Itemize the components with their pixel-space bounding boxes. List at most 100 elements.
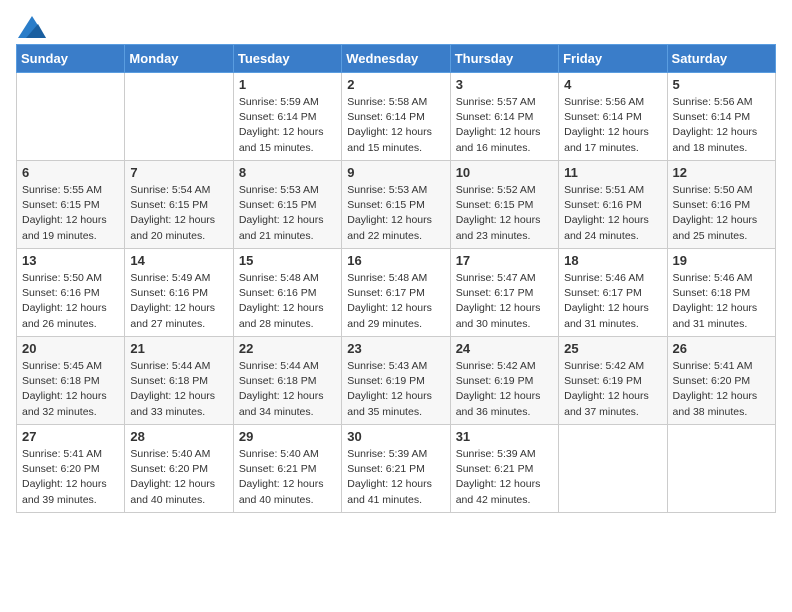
day-number: 5 (673, 77, 770, 92)
day-info: Sunrise: 5:53 AMSunset: 6:15 PMDaylight:… (239, 183, 336, 244)
day-info: Sunrise: 5:48 AMSunset: 6:17 PMDaylight:… (347, 271, 444, 332)
day-info: Sunrise: 5:39 AMSunset: 6:21 PMDaylight:… (456, 447, 553, 508)
day-info: Sunrise: 5:55 AMSunset: 6:15 PMDaylight:… (22, 183, 119, 244)
calendar-cell: 20 Sunrise: 5:45 AMSunset: 6:18 PMDayligh… (17, 337, 125, 425)
day-number: 11 (564, 165, 661, 180)
day-number: 27 (22, 429, 119, 444)
day-number: 28 (130, 429, 227, 444)
calendar-cell: 19Sunrise: 5:46 AMSunset: 6:18 PMDayligh… (667, 249, 775, 337)
calendar-cell: 23 Sunrise: 5:43 AMSunset: 6:19 PMDayligh… (342, 337, 450, 425)
calendar-cell: 27 Sunrise: 5:41 AMSunset: 6:20 PMDayligh… (17, 425, 125, 513)
calendar-cell: 13 Sunrise: 5:50 AMSunset: 6:16 PMDayligh… (17, 249, 125, 337)
calendar-cell: 22 Sunrise: 5:44 AMSunset: 6:18 PMDayligh… (233, 337, 341, 425)
day-info: Sunrise: 5:43 AMSunset: 6:19 PMDaylight:… (347, 359, 444, 420)
day-info: Sunrise: 5:46 AMSunset: 6:17 PMDaylight:… (564, 271, 661, 332)
calendar-cell: 29 Sunrise: 5:40 AMSunset: 6:21 PMDayligh… (233, 425, 341, 513)
calendar-cell: 17 Sunrise: 5:47 AMSunset: 6:17 PMDayligh… (450, 249, 558, 337)
calendar-cell: 8Sunrise: 5:53 AMSunset: 6:15 PMDaylight… (233, 161, 341, 249)
week-row-3: 13 Sunrise: 5:50 AMSunset: 6:16 PMDayligh… (17, 249, 776, 337)
day-number: 30 (347, 429, 444, 444)
calendar-cell: 21 Sunrise: 5:44 AMSunset: 6:18 PMDayligh… (125, 337, 233, 425)
day-info: Sunrise: 5:58 AMSunset: 6:14 PMDaylight:… (347, 95, 444, 156)
day-number: 17 (456, 253, 553, 268)
day-info: Sunrise: 5:56 AMSunset: 6:14 PMDaylight:… (673, 95, 770, 156)
day-info: Sunrise: 5:53 AMSunset: 6:15 PMDaylight:… (347, 183, 444, 244)
day-number: 21 (130, 341, 227, 356)
weekday-header-saturday: Saturday (667, 45, 775, 73)
day-number: 31 (456, 429, 553, 444)
day-info: Sunrise: 5:41 AMSunset: 6:20 PMDaylight:… (22, 447, 119, 508)
calendar-cell: 5 Sunrise: 5:56 AMSunset: 6:14 PMDaylight… (667, 73, 775, 161)
day-number: 2 (347, 77, 444, 92)
day-info: Sunrise: 5:51 AMSunset: 6:16 PMDaylight:… (564, 183, 661, 244)
weekday-header-thursday: Thursday (450, 45, 558, 73)
day-number: 3 (456, 77, 553, 92)
day-info: Sunrise: 5:40 AMSunset: 6:21 PMDaylight:… (239, 447, 336, 508)
calendar-cell (125, 73, 233, 161)
weekday-header-sunday: Sunday (17, 45, 125, 73)
calendar-cell: 16 Sunrise: 5:48 AMSunset: 6:17 PMDayligh… (342, 249, 450, 337)
day-number: 29 (239, 429, 336, 444)
day-info: Sunrise: 5:56 AMSunset: 6:14 PMDaylight:… (564, 95, 661, 156)
day-info: Sunrise: 5:50 AMSunset: 6:16 PMDaylight:… (22, 271, 119, 332)
day-info: Sunrise: 5:42 AMSunset: 6:19 PMDaylight:… (564, 359, 661, 420)
calendar-cell (667, 425, 775, 513)
logo-icon (18, 16, 46, 38)
week-row-4: 20 Sunrise: 5:45 AMSunset: 6:18 PMDayligh… (17, 337, 776, 425)
day-number: 4 (564, 77, 661, 92)
day-info: Sunrise: 5:59 AMSunset: 6:14 PMDaylight:… (239, 95, 336, 156)
day-info: Sunrise: 5:44 AMSunset: 6:18 PMDaylight:… (239, 359, 336, 420)
day-number: 15 (239, 253, 336, 268)
header (16, 16, 776, 32)
day-info: Sunrise: 5:39 AMSunset: 6:21 PMDaylight:… (347, 447, 444, 508)
week-row-5: 27 Sunrise: 5:41 AMSunset: 6:20 PMDayligh… (17, 425, 776, 513)
week-row-2: 6 Sunrise: 5:55 AMSunset: 6:15 PMDaylight… (17, 161, 776, 249)
calendar-cell: 11 Sunrise: 5:51 AMSunset: 6:16 PMDayligh… (559, 161, 667, 249)
weekday-header-tuesday: Tuesday (233, 45, 341, 73)
day-number: 19 (673, 253, 770, 268)
day-info: Sunrise: 5:57 AMSunset: 6:14 PMDaylight:… (456, 95, 553, 156)
weekday-header-row: SundayMondayTuesdayWednesdayThursdayFrid… (17, 45, 776, 73)
calendar-cell: 31 Sunrise: 5:39 AMSunset: 6:21 PMDayligh… (450, 425, 558, 513)
day-number: 25 (564, 341, 661, 356)
calendar-cell: 3 Sunrise: 5:57 AMSunset: 6:14 PMDaylight… (450, 73, 558, 161)
calendar-table: SundayMondayTuesdayWednesdayThursdayFrid… (16, 44, 776, 513)
weekday-header-monday: Monday (125, 45, 233, 73)
calendar-cell (559, 425, 667, 513)
day-info: Sunrise: 5:44 AMSunset: 6:18 PMDaylight:… (130, 359, 227, 420)
day-info: Sunrise: 5:54 AMSunset: 6:15 PMDaylight:… (130, 183, 227, 244)
calendar-cell: 2 Sunrise: 5:58 AMSunset: 6:14 PMDaylight… (342, 73, 450, 161)
calendar-cell: 7Sunrise: 5:54 AMSunset: 6:15 PMDaylight… (125, 161, 233, 249)
day-number: 13 (22, 253, 119, 268)
day-info: Sunrise: 5:41 AMSunset: 6:20 PMDaylight:… (673, 359, 770, 420)
day-number: 24 (456, 341, 553, 356)
weekday-header-wednesday: Wednesday (342, 45, 450, 73)
calendar-cell: 12 Sunrise: 5:50 AMSunset: 6:16 PMDayligh… (667, 161, 775, 249)
day-number: 22 (239, 341, 336, 356)
day-info: Sunrise: 5:40 AMSunset: 6:20 PMDaylight:… (130, 447, 227, 508)
calendar-cell: 18Sunrise: 5:46 AMSunset: 6:17 PMDayligh… (559, 249, 667, 337)
day-number: 12 (673, 165, 770, 180)
day-info: Sunrise: 5:50 AMSunset: 6:16 PMDaylight:… (673, 183, 770, 244)
day-info: Sunrise: 5:47 AMSunset: 6:17 PMDaylight:… (456, 271, 553, 332)
day-number: 10 (456, 165, 553, 180)
day-info: Sunrise: 5:52 AMSunset: 6:15 PMDaylight:… (456, 183, 553, 244)
calendar-cell: 6 Sunrise: 5:55 AMSunset: 6:15 PMDaylight… (17, 161, 125, 249)
day-number: 20 (22, 341, 119, 356)
week-row-1: 1 Sunrise: 5:59 AMSunset: 6:14 PMDaylight… (17, 73, 776, 161)
day-number: 6 (22, 165, 119, 180)
day-number: 23 (347, 341, 444, 356)
calendar-cell: 24Sunrise: 5:42 AMSunset: 6:19 PMDayligh… (450, 337, 558, 425)
calendar-cell: 28 Sunrise: 5:40 AMSunset: 6:20 PMDayligh… (125, 425, 233, 513)
day-number: 1 (239, 77, 336, 92)
day-number: 26 (673, 341, 770, 356)
calendar-cell: 4 Sunrise: 5:56 AMSunset: 6:14 PMDaylight… (559, 73, 667, 161)
calendar-cell: 26 Sunrise: 5:41 AMSunset: 6:20 PMDayligh… (667, 337, 775, 425)
day-info: Sunrise: 5:45 AMSunset: 6:18 PMDaylight:… (22, 359, 119, 420)
calendar-cell: 14Sunrise: 5:49 AMSunset: 6:16 PMDayligh… (125, 249, 233, 337)
calendar-cell: 30 Sunrise: 5:39 AMSunset: 6:21 PMDayligh… (342, 425, 450, 513)
weekday-header-friday: Friday (559, 45, 667, 73)
day-number: 9 (347, 165, 444, 180)
calendar-cell: 10 Sunrise: 5:52 AMSunset: 6:15 PMDayligh… (450, 161, 558, 249)
day-number: 16 (347, 253, 444, 268)
